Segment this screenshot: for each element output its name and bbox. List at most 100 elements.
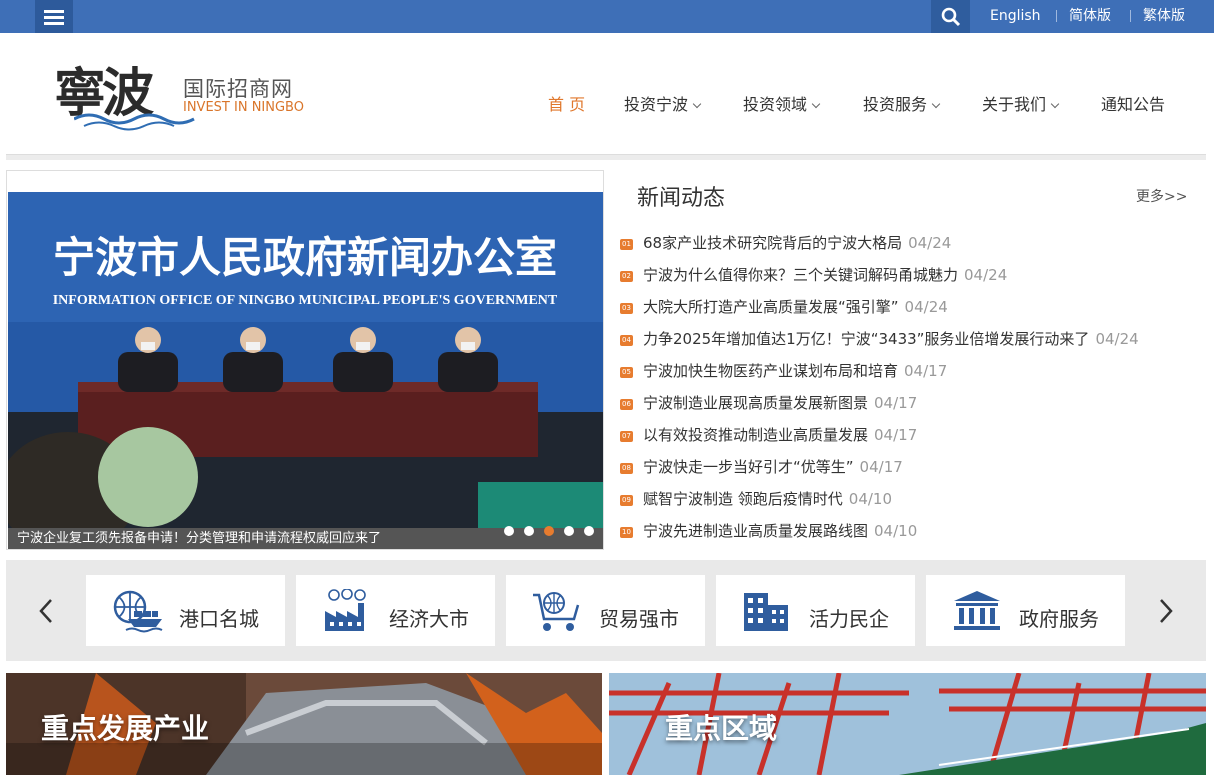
news-date: 04/10: [874, 522, 918, 540]
news-item[interactable]: 07 以有效投资推动制造业高质量发展 04/17: [620, 424, 917, 444]
category-card-private-enterprise[interactable]: 活力民企: [716, 575, 915, 646]
news-text: 赋智宁波制造 领跑后疫情时代: [643, 490, 843, 508]
news-badge: 01: [620, 239, 633, 250]
carousel-next-arrow-icon[interactable]: [1158, 598, 1174, 624]
logo-subtitle: INVEST IN NINGBO: [183, 100, 304, 115]
slider-dot-active[interactable]: [544, 526, 554, 536]
category-card-government[interactable]: 政府服务: [926, 575, 1125, 646]
news-badge: 02: [620, 271, 633, 282]
nav-notices[interactable]: 通知公告: [1101, 91, 1165, 115]
chevron-down-icon: [1050, 99, 1060, 109]
logo-title: 国际招商网: [183, 77, 293, 101]
news-item[interactable]: 10 宁波先进制造业高质量发展路线图 04/10: [620, 520, 917, 540]
divider: [1130, 10, 1131, 22]
slider-dot[interactable]: [564, 526, 574, 536]
news-date: 04/10: [848, 490, 893, 508]
slider-dot[interactable]: [584, 526, 594, 536]
news-text: 以有效投资推动制造业高质量发展: [643, 426, 869, 444]
logo-subtitle-em: NINGBO: [251, 100, 304, 115]
news-item[interactable]: 02 宁波为什么值得你来？三个关键词解码甬城魅力 04/24: [620, 264, 1007, 284]
carousel-prev-arrow-icon[interactable]: [38, 598, 54, 624]
news-date: 04/24: [904, 298, 948, 316]
lang-english-link[interactable]: English: [990, 0, 1041, 33]
nav-about-us[interactable]: 关于我们: [982, 91, 1060, 115]
nav-invest-services[interactable]: 投资服务: [863, 91, 941, 115]
news-date: 04/17: [904, 362, 948, 380]
news-text: 宁波为什么值得你来？三个关键词解码甬城魅力: [643, 266, 959, 284]
category-label: 政府服务: [1019, 607, 1099, 631]
news-date: 04/24: [964, 266, 1008, 284]
category-label: 贸易强市: [599, 607, 679, 631]
category-card-trade[interactable]: 贸易强市: [506, 575, 705, 646]
news-badge: 09: [620, 495, 633, 506]
divider: [1056, 10, 1057, 22]
news-more-link[interactable]: 更多>>: [1136, 186, 1187, 206]
news-item[interactable]: 06 宁波制造业展现高质量发展新图景 04/17: [620, 392, 917, 412]
news-date: 04/24: [908, 234, 952, 252]
news-date: 04/24: [1095, 330, 1139, 348]
top-bar: English 简体版 繁体版: [0, 0, 1214, 33]
news-badge: 06: [620, 399, 633, 410]
nav-invest-ningbo[interactable]: 投资宁波: [624, 91, 702, 115]
lang-simplified-link[interactable]: 简体版: [1069, 0, 1111, 33]
menu-icon: [44, 9, 64, 25]
news-item[interactable]: 01 68家产业技术研究院背后的宁波大格局 04/24: [620, 232, 951, 252]
news-item[interactable]: 04 力争2025年增加值达1万亿！宁波“3433”服务业倍增发展行动来了 04/2…: [620, 328, 1139, 348]
news-date: 04/17: [874, 426, 918, 444]
news-badge: 08: [620, 463, 633, 474]
news-text: 力争2025年增加值达1万亿！宁波“3433”服务业倍增发展行动来了: [643, 330, 1090, 348]
category-label: 活力民企: [809, 607, 889, 631]
slider-dot[interactable]: [524, 526, 534, 536]
press-conference-photo: 宁波市人民政府新闻办公室 INFORMATION OFFICE OF NINGB…: [8, 192, 603, 528]
nav-invest-fields[interactable]: 投资领域: [743, 91, 821, 115]
zones-banner[interactable]: 重点区域: [609, 673, 1206, 775]
news-item[interactable]: 05 宁波加快生物医药产业谋划布局和培育 04/17: [620, 360, 947, 380]
nav-label: 投资宁波: [624, 95, 689, 114]
news-badge: 03: [620, 303, 633, 314]
news-date: 04/17: [874, 394, 918, 412]
logo-subtitle-pre: INVEST IN: [183, 100, 252, 115]
slide-image[interactable]: 宁波市人民政府新闻办公室 INFORMATION OFFICE OF NINGB…: [8, 192, 603, 528]
news-item[interactable]: 03 大院大所打造产业高质量发展“强引擎” 04/24: [620, 296, 948, 316]
site-header: 寧波 国际招商网 INVEST IN NINGBO 首 页 投资宁波 投资领域 …: [0, 33, 1214, 154]
nav-label: 关于我们: [982, 95, 1047, 114]
news-item[interactable]: 08 宁波快走一步当好引才“优等生” 04/17: [620, 456, 903, 476]
news-date: 04/17: [859, 458, 903, 476]
chevron-down-icon: [811, 99, 821, 109]
category-label: 经济大市: [389, 607, 469, 631]
shopping-cart-icon: [533, 592, 580, 631]
lang-traditional-link[interactable]: 繁体版: [1143, 0, 1185, 33]
factory-money-icon: [325, 589, 366, 631]
news-badge: 05: [620, 367, 633, 378]
news-text: 大院大所打造产业高质量发展“强引擎”: [643, 298, 899, 316]
header-divider: [6, 154, 1206, 160]
nav-label: 投资领域: [743, 95, 808, 114]
news-badge: 10: [620, 527, 633, 538]
office-building-icon: [744, 593, 788, 631]
slide-banner-en: INFORMATION OFFICE OF NINGBO MUNICIPAL P…: [53, 293, 558, 308]
nav-home[interactable]: 首 页: [548, 91, 585, 115]
port-ship-icon: [113, 590, 163, 633]
slide-banner-cn: 宁波市人民政府新闻办公室: [53, 235, 557, 282]
news-text: 宁波快走一步当好引才“优等生”: [643, 458, 854, 476]
news-item[interactable]: 09 赋智宁波制造 领跑后疫情时代 04/10: [620, 488, 892, 508]
industry-banner[interactable]: 重点发展产业: [6, 673, 602, 775]
news-badge: 07: [620, 431, 633, 442]
news-text: 宁波制造业展现高质量发展新图景: [643, 394, 869, 412]
news-text: 宁波加快生物医药产业谋划布局和培育: [643, 362, 899, 380]
category-card-port[interactable]: 港口名城: [86, 575, 285, 646]
chevron-down-icon: [931, 99, 941, 109]
slider-dot[interactable]: [504, 526, 514, 536]
category-card-economy[interactable]: 经济大市: [296, 575, 495, 646]
news-text: 68家产业技术研究院背后的宁波大格局: [643, 234, 903, 252]
zones-banner-label: 重点区域: [665, 712, 778, 745]
news-badge: 04: [620, 335, 633, 346]
search-icon: [941, 7, 960, 26]
hamburger-menu-button[interactable]: [35, 0, 73, 33]
news-slider[interactable]: 宁波市人民政府新闻办公室 INFORMATION OFFICE OF NINGB…: [6, 170, 604, 550]
government-building-icon: [954, 591, 1000, 630]
news-text: 宁波先进制造业高质量发展路线图: [643, 522, 869, 540]
industry-banner-label: 重点发展产业: [41, 712, 210, 745]
category-label: 港口名城: [179, 607, 259, 631]
search-button[interactable]: [931, 0, 970, 33]
